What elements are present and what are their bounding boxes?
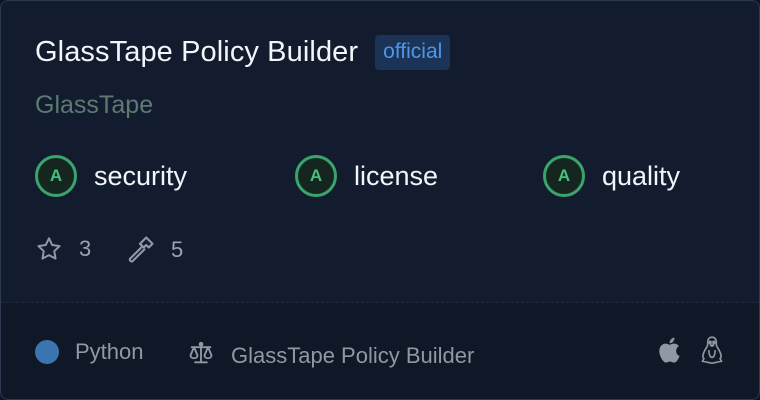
score-label: security bbox=[94, 160, 188, 191]
author-name[interactable]: GlassTape bbox=[35, 91, 153, 120]
apple-icon bbox=[655, 335, 681, 370]
score-quality[interactable]: A quality bbox=[543, 155, 680, 197]
card-header: GlassTape Policy Builder official bbox=[35, 35, 451, 70]
grade-circle: A bbox=[35, 155, 77, 197]
score-license[interactable]: A license bbox=[295, 155, 438, 197]
card-footer: Python GlassTape Policy Builder bbox=[1, 303, 759, 399]
score-label: quality bbox=[602, 160, 681, 191]
language-color-dot bbox=[35, 340, 59, 364]
grade-circle: A bbox=[295, 155, 337, 197]
platform-icons bbox=[637, 335, 725, 370]
tools-count: 5 bbox=[171, 237, 184, 262]
language: Python bbox=[35, 339, 144, 365]
license: GlassTape Policy Builder bbox=[187, 339, 474, 373]
grade-circle: A bbox=[543, 155, 585, 197]
license-label: GlassTape Policy Builder bbox=[231, 343, 475, 368]
tools-stat: 5 bbox=[125, 235, 183, 265]
scale-icon bbox=[187, 339, 231, 373]
language-label: Python bbox=[75, 339, 144, 364]
server-card[interactable]: GlassTape Policy Builder official GlassT… bbox=[0, 0, 760, 400]
score-label: license bbox=[354, 160, 439, 191]
stars-stat: 3 bbox=[35, 235, 91, 263]
card-title[interactable]: GlassTape Policy Builder bbox=[35, 36, 358, 69]
official-badge: official bbox=[375, 35, 451, 70]
stars-count: 3 bbox=[79, 236, 92, 261]
score-security[interactable]: A security bbox=[35, 155, 187, 197]
linux-icon bbox=[699, 335, 725, 370]
star-icon bbox=[35, 235, 63, 263]
hammer-icon bbox=[125, 235, 155, 265]
